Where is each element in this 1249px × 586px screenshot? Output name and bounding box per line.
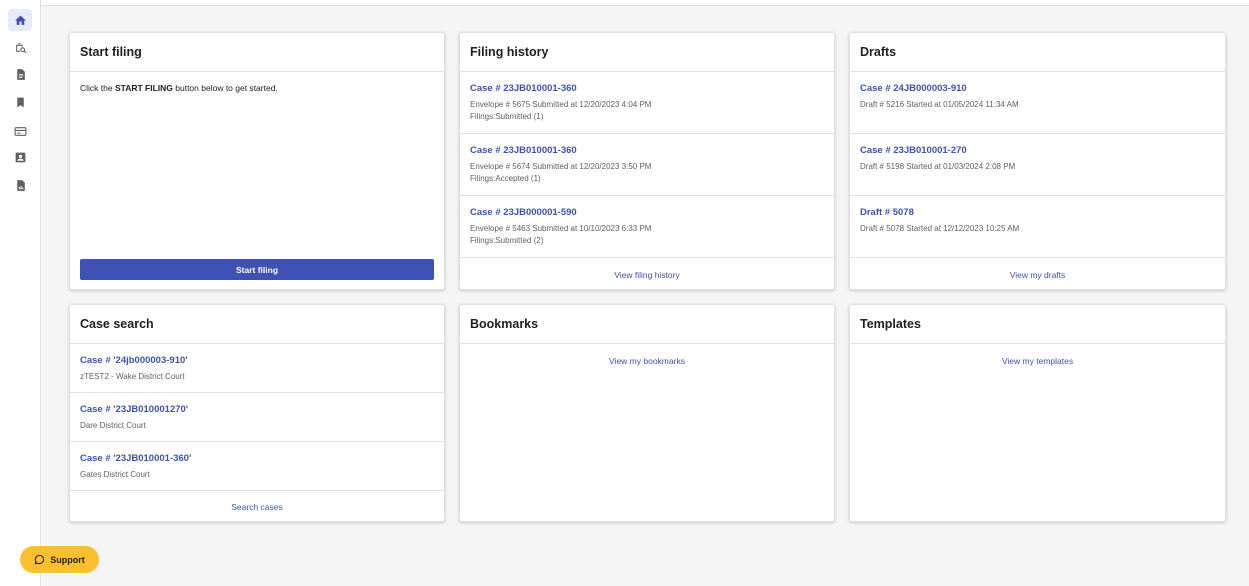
envelope-detail: Envelope # 5463 Submitted at 10/10/2023 … — [470, 224, 652, 233]
nav-contacts[interactable] — [8, 146, 32, 168]
card-header: Drafts — [850, 33, 1225, 72]
case-link[interactable]: Draft # 5078 — [860, 207, 1215, 218]
card-header: Templates — [850, 305, 1225, 344]
card-title: Templates — [860, 317, 921, 331]
card-header: Bookmarks — [460, 305, 834, 344]
card-header: Case search — [70, 305, 444, 344]
intro-emphasis: START FILING — [114, 83, 173, 93]
list-item: Case # '23JB010001-360' Gates District C… — [70, 442, 444, 491]
card-header: Start filing — [70, 33, 444, 72]
chat-bubble-icon — [34, 554, 45, 565]
view-bookmarks-link[interactable]: View my bookmarks — [460, 356, 834, 366]
list-item: Case # 23JB010001-360 Envelope # 5674 Su… — [460, 134, 834, 196]
court-name: Dare District Court — [80, 421, 146, 430]
nav-case-search[interactable] — [8, 36, 32, 58]
case-link[interactable]: Case # '23JB010001-360' — [80, 453, 434, 464]
card-icon — [14, 126, 26, 136]
nav-payments[interactable] — [8, 120, 32, 142]
list-item: Case # 23JB010001-360 Envelope # 5675 Su… — [460, 72, 834, 134]
view-templates-link[interactable]: View my templates — [850, 356, 1225, 366]
nav-filings[interactable] — [8, 63, 32, 85]
nav-reports[interactable] — [8, 174, 32, 196]
draft-detail: Draft # 5216 Started at 01/05/2024 11:34… — [860, 100, 1019, 109]
envelope-detail: Envelope # 5675 Submitted at 12/20/2023 … — [470, 100, 652, 109]
templates-card: Templates View my templates — [849, 304, 1226, 522]
case-search-icon — [15, 42, 26, 53]
case-link[interactable]: Case # 23JB010001-270 — [860, 145, 1215, 156]
drafts-card: Drafts Case # 24JB000003-910 Draft # 521… — [849, 32, 1226, 290]
case-link[interactable]: Case # '23JB010001270' — [80, 404, 434, 415]
card-title: Filing history — [470, 45, 549, 59]
list-item: Case # 24JB000003-910 Draft # 5216 Start… — [850, 72, 1225, 134]
filing-status: Filings:Submitted (2) — [470, 236, 544, 245]
nav-bookmarks[interactable] — [8, 91, 32, 113]
start-filing-button[interactable]: Start filing — [80, 259, 434, 280]
contact-icon — [15, 152, 25, 162]
list-item: Draft # 5078 Draft # 5078 Started at 12/… — [850, 196, 1225, 258]
case-search-card: Case search Case # '24jb000003-910' zTES… — [69, 304, 445, 522]
view-drafts-link[interactable]: View my drafts — [850, 270, 1225, 280]
card-title: Drafts — [860, 45, 897, 59]
list-item: Case # 23JB010001-270 Draft # 5198 Start… — [850, 134, 1225, 196]
card-body: Click the START FILING button below to g… — [70, 72, 444, 289]
case-link[interactable]: Case # '24jb000003-910' — [80, 355, 434, 366]
case-link[interactable]: Case # 23JB010001-360 — [470, 145, 824, 156]
draft-detail: Draft # 5198 Started at 01/03/2024 2:08 … — [860, 162, 1016, 171]
top-bar — [41, 0, 1249, 6]
nav-home[interactable] — [8, 9, 32, 31]
filing-status: Filings:Submitted (1) — [470, 112, 544, 121]
case-link[interactable]: Case # 23JB010001-360 — [470, 83, 824, 94]
intro-text: Click the — [80, 83, 115, 93]
list-item: Case # 23JB000001-590 Envelope # 5463 Su… — [460, 196, 834, 258]
intro-text: button below to get started. — [172, 83, 278, 93]
draft-detail: Draft # 5078 Started at 12/12/2023 10:25… — [860, 224, 1020, 233]
card-title: Bookmarks — [470, 317, 539, 331]
case-link[interactable]: Case # 24JB000003-910 — [860, 83, 1215, 94]
support-button[interactable]: Support — [20, 546, 99, 573]
list-item: Case # '24jb000003-910' zTEST2 - Wake Di… — [70, 344, 444, 393]
card-header: Filing history — [460, 33, 834, 72]
bookmarks-card: Bookmarks View my bookmarks — [459, 304, 835, 522]
case-link[interactable]: Case # 23JB000001-590 — [470, 207, 824, 218]
report-icon — [16, 179, 25, 191]
filing-status: Filings:Accepted (1) — [470, 174, 541, 183]
court-name: Gates District Court — [80, 470, 150, 479]
court-name: zTEST2 - Wake District Court — [80, 372, 185, 381]
list-item: Case # '23JB010001270' Dare District Cou… — [70, 393, 444, 442]
card-title: Start filing — [80, 45, 142, 59]
home-icon — [14, 15, 26, 25]
search-cases-link[interactable]: Search cases — [70, 502, 444, 512]
support-label: Support — [50, 554, 85, 565]
document-icon — [16, 68, 25, 80]
sidebar-nav — [0, 0, 41, 586]
card-title: Case search — [80, 317, 154, 331]
filing-history-card: Filing history Case # 23JB010001-360 Env… — [459, 32, 835, 290]
envelope-detail: Envelope # 5674 Submitted at 12/20/2023 … — [470, 162, 652, 171]
bookmark-icon — [16, 97, 24, 107]
view-filing-history-link[interactable]: View filing history — [460, 270, 834, 280]
start-filing-intro: Click the START FILING button below to g… — [70, 72, 444, 104]
start-filing-card: Start filing Click the START FILING butt… — [69, 32, 445, 290]
